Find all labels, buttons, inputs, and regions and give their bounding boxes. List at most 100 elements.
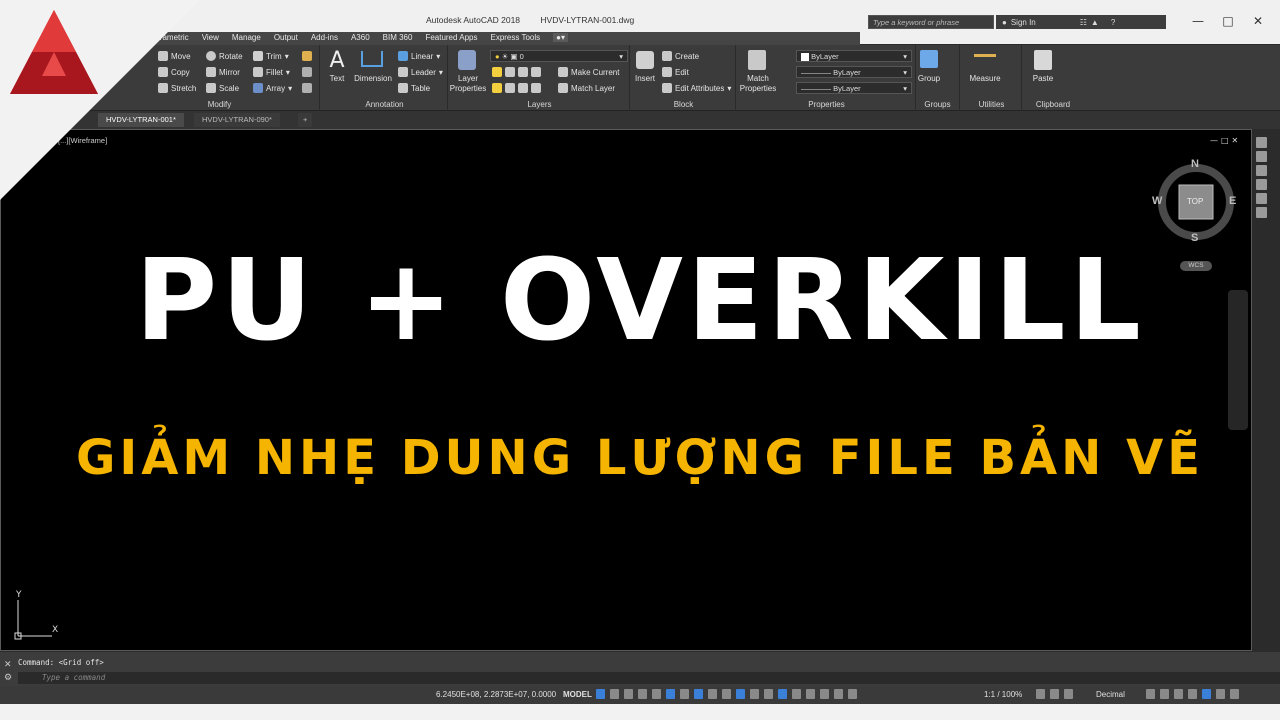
leader-button[interactable]: Leader ▾ <box>398 67 443 77</box>
text-button[interactable]: Text <box>322 74 352 84</box>
dynamic-input-icon[interactable] <box>638 689 647 699</box>
lineweight-dropdown[interactable]: ———— ByLayer ▾ <box>796 82 912 94</box>
lock-ui-icon[interactable] <box>1160 689 1169 699</box>
tool-palette-icon-3[interactable] <box>1256 165 1267 176</box>
transparency-icon[interactable] <box>736 689 745 699</box>
command-input[interactable]: Type a command <box>18 672 1280 684</box>
close-command-line-icon[interactable]: ✕ <box>4 660 12 670</box>
viewcube-west[interactable]: W <box>1152 195 1162 207</box>
block-panel-title[interactable]: Block <box>632 100 735 109</box>
viewcube-north[interactable]: N <box>1191 158 1199 170</box>
user-icon[interactable]: ● <box>1002 18 1007 27</box>
ribbon-toggle-button[interactable]: ●▾ <box>553 33 568 42</box>
viewcube-south[interactable]: S <box>1191 232 1198 244</box>
tab-express-tools[interactable]: Express Tools <box>490 33 540 42</box>
paste-button[interactable]: Paste <box>1028 74 1058 84</box>
layer-dropdown[interactable]: ● ☀ ▣ 0 ▾ <box>490 50 628 62</box>
annotation-panel-title[interactable]: Annotation <box>322 100 447 109</box>
workspace-switch-icon[interactable] <box>1036 689 1045 699</box>
help-icon[interactable]: ? <box>1111 18 1115 27</box>
viewcube-east[interactable]: E <box>1229 195 1236 207</box>
viewport-window-controls[interactable]: —□✕ <box>1210 136 1241 145</box>
rotate-button[interactable]: Rotate <box>206 51 243 61</box>
layer-freeze-icon[interactable] <box>518 67 528 77</box>
lineweight-toggle-icon[interactable] <box>722 689 731 699</box>
annotation-visibility-icon[interactable] <box>820 689 829 699</box>
edit-block-button[interactable]: Edit <box>662 67 689 77</box>
layer-unlock-icon[interactable] <box>531 83 541 93</box>
auto-scale-icon[interactable] <box>834 689 843 699</box>
dimension-button[interactable]: Dimension <box>350 74 396 84</box>
object-snap-icon[interactable] <box>708 689 717 699</box>
tab-manage[interactable]: Manage <box>232 33 261 42</box>
new-tab-button[interactable]: + <box>298 113 313 127</box>
search-input[interactable]: Type a keyword or phrase <box>868 15 994 29</box>
layer-on-icon[interactable] <box>492 83 502 93</box>
tab-view[interactable]: View <box>202 33 219 42</box>
ortho-toggle-icon[interactable] <box>652 689 661 699</box>
tool-palette-icon-6[interactable] <box>1256 207 1267 218</box>
customization-icon[interactable] <box>1216 689 1225 699</box>
tool-palette-icon-2[interactable] <box>1256 151 1267 162</box>
trim-button[interactable]: Trim ▾ <box>253 51 289 61</box>
coordinates-readout[interactable]: 6.2450E+08, 2.2873E+07, 0.0000 <box>436 690 556 699</box>
make-current-button[interactable]: Make Current <box>558 67 619 77</box>
match-layer-button[interactable]: Match Layer <box>558 83 615 93</box>
annotation-scale-readout[interactable]: 1:1 / 100% <box>984 690 1022 699</box>
linetype-dropdown[interactable]: ———— ByLayer ▾ <box>796 66 912 78</box>
tab-bim-360[interactable]: BIM 360 <box>383 33 413 42</box>
tool-palette-icon-5[interactable] <box>1256 193 1267 204</box>
erase-button[interactable] <box>302 51 312 61</box>
close-button[interactable]: ✕ <box>1244 12 1272 30</box>
linear-button[interactable]: Linear ▾ <box>398 51 440 61</box>
explode-button[interactable] <box>302 67 312 77</box>
layer-properties-button[interactable]: Layer Properties <box>448 74 488 94</box>
navigation-bar[interactable] <box>1228 290 1248 430</box>
layers-panel-title[interactable]: Layers <box>450 100 629 109</box>
object-snap-tracking-icon[interactable] <box>694 689 703 699</box>
3d-osnap-icon[interactable] <box>764 689 773 699</box>
layer-unisolate-icon[interactable] <box>505 83 515 93</box>
model-space-button[interactable]: MODEL <box>563 690 592 699</box>
create-block-button[interactable]: Create <box>662 51 699 61</box>
grid-toggle-icon[interactable] <box>596 689 605 699</box>
doc-tab-lytran-090[interactable]: HVDV-LYTRAN-090* <box>194 113 280 127</box>
scale-button[interactable]: Scale <box>206 83 239 93</box>
maximize-button[interactable]: □ <box>1214 12 1242 30</box>
edit-attributes-button[interactable]: Edit Attributes ▾ <box>662 83 731 93</box>
layer-thaw-icon[interactable] <box>518 83 528 93</box>
layer-isolate-icon[interactable] <box>505 67 515 77</box>
minimize-button[interactable]: — <box>1184 12 1212 30</box>
groups-panel-title[interactable]: Groups <box>916 100 959 109</box>
tool-palette-icon-1[interactable] <box>1256 137 1267 148</box>
measure-button[interactable]: Measure <box>964 74 1006 84</box>
isodraft-icon[interactable] <box>680 689 689 699</box>
selection-filter-icon[interactable] <box>792 689 801 699</box>
utilities-panel-title[interactable]: Utilities <box>962 100 1021 109</box>
quick-properties-icon[interactable] <box>1146 689 1155 699</box>
cart-icon[interactable]: ☷ <box>1080 18 1087 27</box>
infer-constraints-icon[interactable] <box>624 689 633 699</box>
status-menu-icon[interactable] <box>1230 689 1239 699</box>
clipboard-panel-title[interactable]: Clipboard <box>1024 100 1082 109</box>
wcs-menu[interactable]: WCS <box>1180 261 1212 271</box>
match-properties-button[interactable]: Match Properties <box>738 74 778 94</box>
array-button[interactable]: Array ▾ <box>253 83 292 93</box>
selection-cycling-icon[interactable] <box>750 689 759 699</box>
gizmo-icon[interactable] <box>806 689 815 699</box>
autocad-logo-icon[interactable] <box>6 6 102 98</box>
sign-in-button[interactable]: Sign In <box>1011 18 1036 27</box>
tab-featured-apps[interactable]: Featured Apps <box>425 33 477 42</box>
snap-toggle-icon[interactable] <box>610 689 619 699</box>
mirror-button[interactable]: Mirror <box>206 67 240 77</box>
tab-a360[interactable]: A360 <box>351 33 370 42</box>
exchange-icon[interactable]: ▲ <box>1091 18 1099 27</box>
viewcube-top-face[interactable]: TOP <box>1187 197 1203 206</box>
insert-button[interactable]: Insert <box>630 74 660 84</box>
polar-tracking-icon[interactable] <box>666 689 675 699</box>
offset-button[interactable] <box>302 83 312 93</box>
units-icon[interactable] <box>1064 689 1073 699</box>
drawing-viewport[interactable] <box>0 129 1252 651</box>
tab-output[interactable]: Output <box>274 33 298 42</box>
layer-lock-icon[interactable] <box>531 67 541 77</box>
